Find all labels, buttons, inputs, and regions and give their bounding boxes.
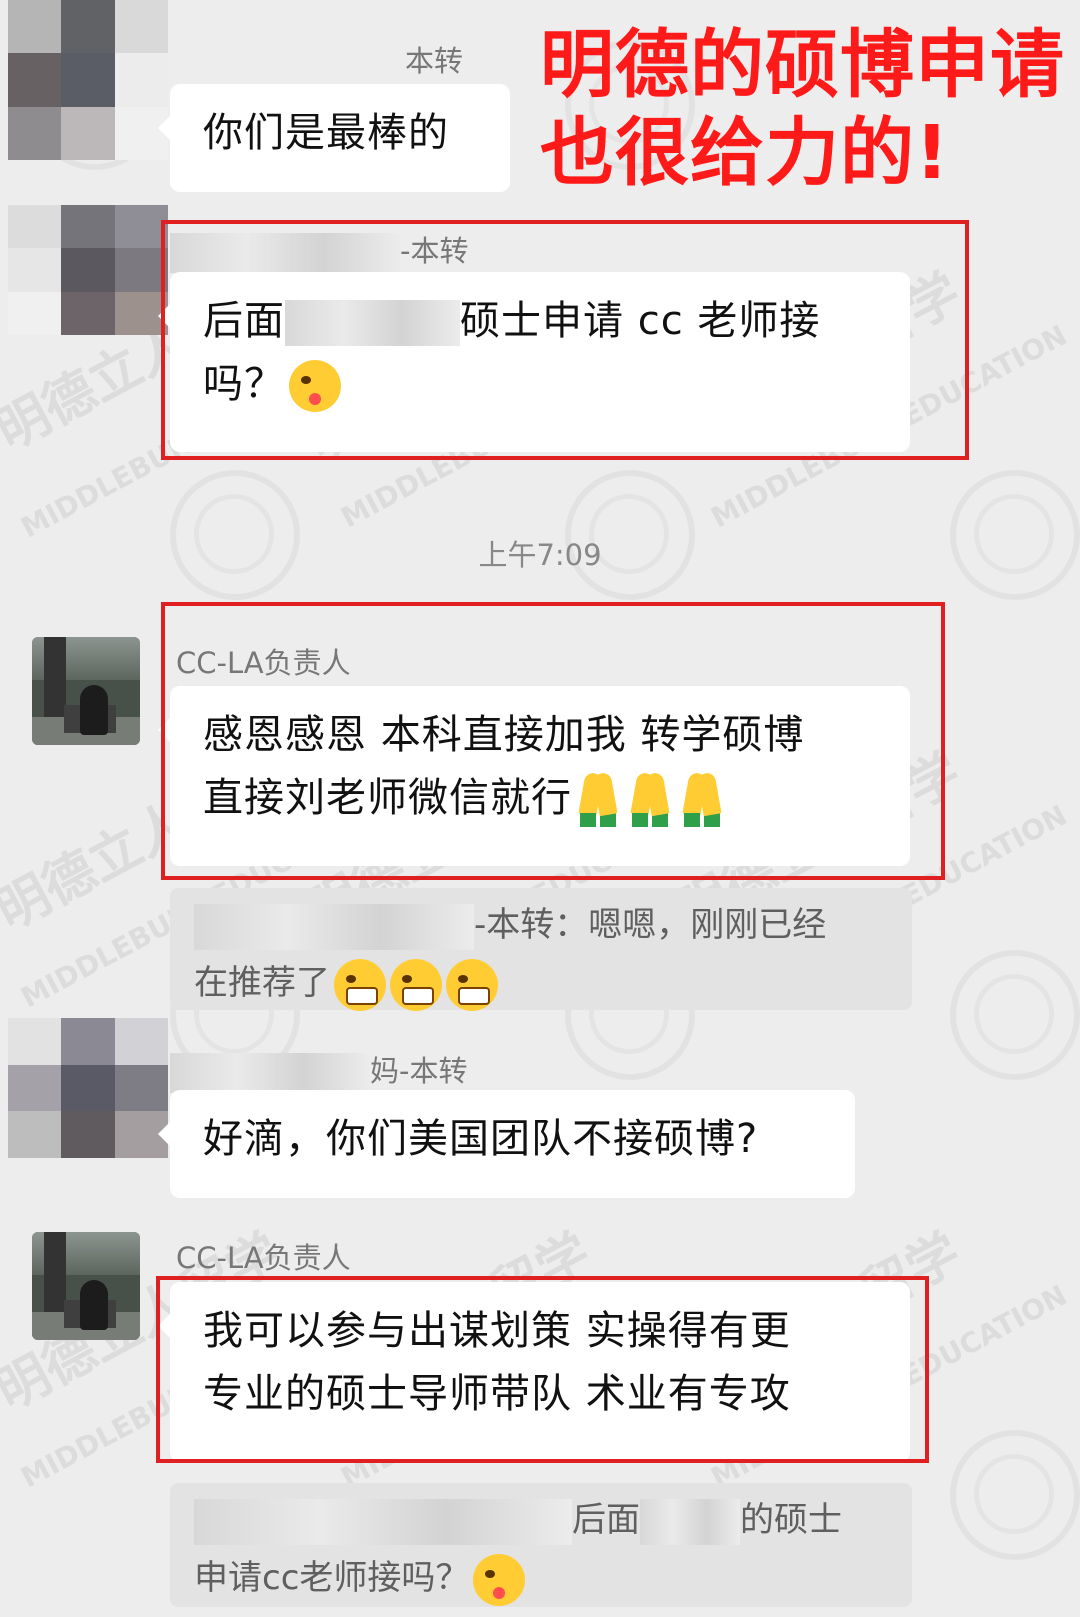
- quoted-message[interactable]: -本转：嗯嗯，刚刚已经 在推荐了: [170, 888, 912, 1011]
- watermark-logo-icon: [950, 1430, 1080, 1560]
- redacted-name: [194, 903, 474, 950]
- grinning-emoji-icon: [334, 958, 386, 1011]
- quote-text: 在推荐了: [194, 963, 330, 1003]
- quote-text: 的硕士: [740, 1500, 842, 1540]
- avatar[interactable]: [8, 205, 168, 335]
- redacted-name: [170, 1053, 370, 1093]
- avatar[interactable]: [8, 0, 168, 160]
- quote-text: 申请cc老师接吗？: [194, 1558, 470, 1598]
- sender-name: 本转: [405, 44, 464, 78]
- headline: 也很给力的!: [540, 110, 950, 196]
- message-text: 好滴，你们美国团队不接硕博?: [203, 1116, 759, 1162]
- avatar[interactable]: [32, 1232, 140, 1340]
- message-bubble[interactable]: 好滴，你们美国团队不接硕博?: [158, 1090, 855, 1198]
- timestamp: 上午7:09: [478, 538, 602, 572]
- redacted-text: [640, 1498, 740, 1545]
- quote-text: -本转：嗯嗯，刚刚已经: [474, 905, 827, 945]
- quoted-message[interactable]: 后面 的硕士 申请cc老师接吗？: [170, 1483, 912, 1607]
- highlight-box: [161, 220, 969, 460]
- headline: 明德的硕博申请: [540, 22, 1065, 108]
- grinning-emoji-icon: [446, 958, 498, 1011]
- message-bubble[interactable]: 你们是最棒的: [158, 84, 510, 192]
- message-text: 你们是最棒的: [203, 110, 449, 156]
- sender-name: 妈-本转: [170, 1048, 467, 1093]
- redacted-name: [194, 1498, 572, 1545]
- highlight-box: [161, 602, 945, 880]
- avatar[interactable]: [32, 637, 140, 745]
- sender-name: CC-LA负责人: [176, 1241, 351, 1275]
- watermark-logo-icon: [950, 950, 1080, 1080]
- grinning-emoji-icon: [390, 958, 442, 1011]
- winking-tongue-emoji-icon: [473, 1553, 526, 1606]
- avatar[interactable]: [8, 1018, 168, 1158]
- quote-text: 后面: [572, 1500, 640, 1540]
- highlight-box: [156, 1276, 929, 1463]
